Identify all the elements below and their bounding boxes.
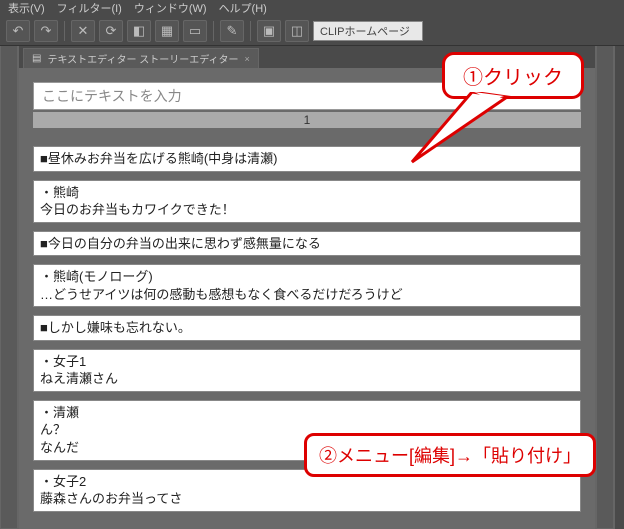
pen-icon[interactable]: ✎ bbox=[220, 20, 244, 42]
right-dock bbox=[596, 46, 614, 529]
url-field-text: CLIPホームページ bbox=[320, 23, 410, 39]
menu-filter[interactable]: フィルター(I) bbox=[57, 0, 122, 16]
redo-icon[interactable]: ↷ bbox=[34, 20, 58, 42]
right-panel-edge bbox=[614, 46, 624, 529]
left-dock bbox=[0, 46, 18, 529]
toolbar-sep bbox=[64, 21, 65, 41]
reload-icon[interactable]: ⟳ bbox=[99, 20, 123, 42]
annotation-paste-label: ②メニュー[編集]→「貼り付け」 bbox=[304, 433, 596, 477]
tool-icon-b[interactable]: ▦ bbox=[155, 20, 179, 42]
tab-label: テキストエディター ストーリーエディター bbox=[47, 51, 238, 66]
close-icon[interactable]: × bbox=[245, 54, 250, 64]
menu-help[interactable]: ヘルプ(H) bbox=[219, 0, 267, 16]
frame-icon[interactable]: ▣ bbox=[257, 20, 281, 42]
menu-window[interactable]: ウィンドウ(W) bbox=[134, 0, 207, 16]
clear-icon[interactable]: ✕ bbox=[71, 20, 95, 42]
list-item[interactable]: ・熊崎(モノローグ) …どうせアイツは何の感動も感想もなく食べるだけだろうけど bbox=[33, 264, 581, 307]
tab-story-editor[interactable]: ▤ テキストエディター ストーリーエディター × bbox=[23, 48, 259, 68]
speech-tail-icon bbox=[402, 92, 512, 172]
list-item[interactable]: ■しかし嫌味も忘れない。 bbox=[33, 315, 581, 341]
annotation-paste: ②メニュー[編集]→「貼り付け」 bbox=[304, 433, 596, 477]
menubar: 表示(V) フィルター(I) ウィンドウ(W) ヘルプ(H) bbox=[0, 0, 624, 16]
toolbar-sep bbox=[213, 21, 214, 41]
list-item[interactable]: ・女子1 ねえ清瀬さん bbox=[33, 349, 581, 392]
toolbar-sep bbox=[250, 21, 251, 41]
undo-icon[interactable]: ↶ bbox=[6, 20, 30, 42]
menu-view[interactable]: 表示(V) bbox=[8, 0, 45, 16]
list-item[interactable]: ・熊崎 今日のお弁当もカワイクできた！ bbox=[33, 180, 581, 223]
tool-icon-a[interactable]: ◧ bbox=[127, 20, 151, 42]
file-icon: ▤ bbox=[32, 53, 41, 64]
tool-icon-c[interactable]: ▭ bbox=[183, 20, 207, 42]
url-field[interactable]: CLIPホームページ bbox=[313, 21, 423, 41]
frame2-icon[interactable]: ◫ bbox=[285, 20, 309, 42]
toolbar: ↶ ↷ ✕ ⟳ ◧ ▦ ▭ ✎ ▣ ◫ CLIPホームページ bbox=[0, 16, 624, 46]
list-item[interactable]: ■今日の自分の弁当の出来に思わず感無量になる bbox=[33, 231, 581, 257]
annotation-click: ①クリック bbox=[442, 52, 584, 99]
